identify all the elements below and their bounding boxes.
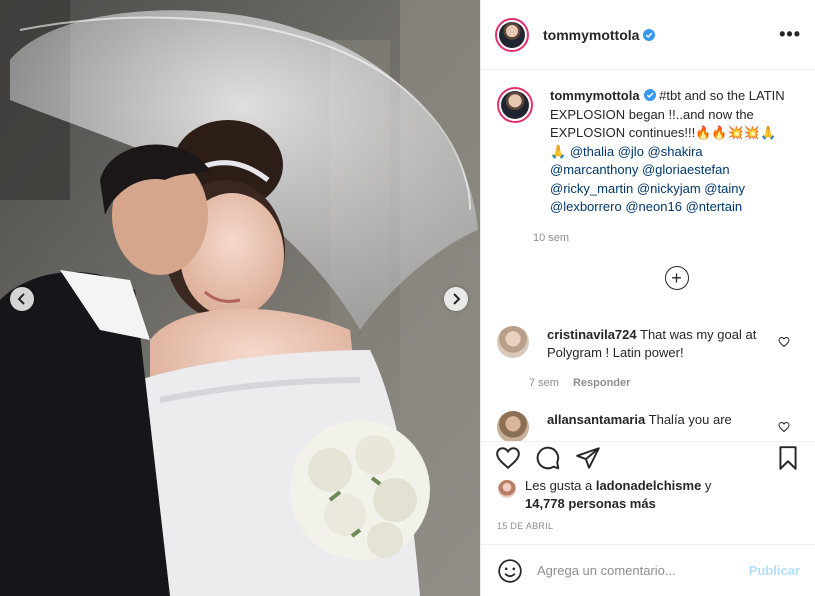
more-options-button[interactable]: ••• bbox=[779, 24, 801, 45]
comment-item: allansantamaria Thalía you are bbox=[497, 410, 802, 441]
caption-timestamp[interactable]: 10 sem bbox=[533, 232, 785, 244]
add-comment-bar: Publicar bbox=[481, 544, 815, 596]
chevron-left-icon bbox=[17, 293, 25, 305]
post-details-panel: tommymottola ••• tommymottola #tbt and s… bbox=[480, 0, 815, 596]
comment-icon[interactable] bbox=[535, 445, 561, 471]
next-photo-button[interactable] bbox=[444, 287, 468, 311]
wedding-photo-image bbox=[0, 0, 480, 596]
chevron-right-icon bbox=[453, 293, 461, 305]
likes-summary: Les gusta a ladonadelchisme y 14,778 per… bbox=[497, 477, 797, 513]
mention-link[interactable]: @nickyjam bbox=[637, 181, 701, 196]
author-username[interactable]: tommymottola bbox=[543, 27, 656, 43]
mention-link[interactable]: @shakira bbox=[648, 144, 703, 159]
load-more-comments[interactable]: + bbox=[551, 265, 802, 290]
comment-timestamp[interactable]: 7 sem bbox=[529, 377, 559, 389]
mention-link[interactable]: @ricky_martin bbox=[550, 181, 633, 196]
heart-icon[interactable] bbox=[778, 336, 790, 348]
mention-link[interactable]: @tainy bbox=[704, 181, 745, 196]
caption-username[interactable]: tommymottola bbox=[550, 88, 640, 103]
plus-circle-icon[interactable]: + bbox=[664, 265, 689, 290]
comment-input[interactable] bbox=[537, 563, 749, 578]
mention-link[interactable]: @neon16 bbox=[625, 199, 682, 214]
comment-text: cristinavila724 That was my goal at Poly… bbox=[547, 326, 757, 361]
liker-avatar[interactable] bbox=[497, 479, 517, 499]
comment-text: allansantamaria Thalía you are bbox=[547, 411, 732, 427]
post-photo[interactable] bbox=[0, 0, 480, 596]
likes-text: Les gusta a ladonadelchisme y 14,778 per… bbox=[525, 478, 712, 511]
mention-link[interactable]: @gloriaestefan bbox=[642, 162, 730, 177]
mention-link[interactable]: @ntertain bbox=[686, 199, 743, 214]
mention-link[interactable]: @jlo bbox=[618, 144, 644, 159]
action-bar bbox=[481, 441, 815, 477]
verified-badge-icon bbox=[643, 28, 656, 41]
mention-link[interactable]: @thalia bbox=[570, 144, 614, 159]
heart-icon[interactable] bbox=[778, 421, 790, 433]
bookmark-icon[interactable] bbox=[775, 445, 801, 471]
caption-text: tommymottola #tbt and so the LATIN EXPLO… bbox=[550, 87, 785, 217]
comment-item: cristinavila724 That was my goal at Poly… bbox=[497, 325, 802, 389]
previous-photo-button[interactable] bbox=[10, 287, 34, 311]
publish-button[interactable]: Publicar bbox=[749, 563, 800, 578]
verified-badge-icon bbox=[643, 89, 656, 101]
mention-link[interactable]: @lexborrero bbox=[550, 199, 622, 214]
likes-count[interactable]: 14,778 personas más bbox=[525, 496, 656, 511]
caption: tommymottola #tbt and so the LATIN EXPLO… bbox=[497, 87, 802, 244]
heart-icon[interactable] bbox=[495, 445, 521, 471]
share-icon[interactable] bbox=[575, 445, 601, 471]
comment-meta: 7 sem Responder bbox=[529, 377, 767, 389]
comments-list[interactable]: tommymottola #tbt and so the LATIN EXPLO… bbox=[481, 71, 815, 441]
comment-username[interactable]: allansantamaria bbox=[547, 412, 645, 427]
reply-button[interactable]: Responder bbox=[573, 377, 630, 389]
commenter-avatar[interactable] bbox=[497, 325, 529, 358]
author-avatar[interactable] bbox=[495, 17, 529, 52]
caption-avatar[interactable] bbox=[497, 87, 533, 123]
comment-username[interactable]: cristinavila724 bbox=[547, 327, 637, 342]
liker-username[interactable]: ladonadelchisme bbox=[596, 478, 701, 493]
post-header: tommymottola ••• bbox=[481, 0, 815, 70]
emoji-icon[interactable] bbox=[497, 558, 523, 584]
post-date[interactable]: 15 DE ABRIL bbox=[497, 521, 553, 531]
mention-link[interactable]: @marcanthony bbox=[550, 162, 638, 177]
commenter-avatar[interactable] bbox=[497, 410, 529, 441]
